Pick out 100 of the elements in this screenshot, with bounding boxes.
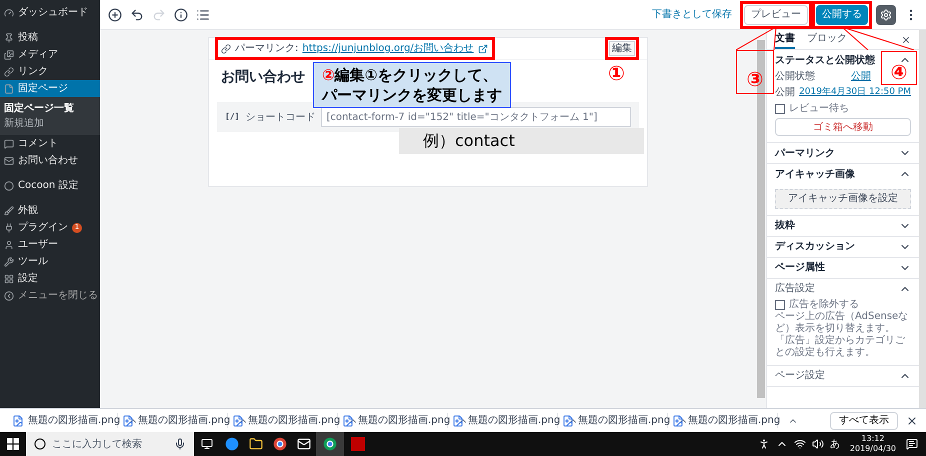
close-icon[interactable] [901,34,911,44]
save-draft-link[interactable]: 下書きとして保存 [652,7,732,22]
file-icon [12,414,24,426]
comment-icon [4,138,14,148]
settings-button[interactable] [876,4,896,24]
page-title[interactable]: お問い合わせ [221,66,305,88]
wrench-icon [4,256,14,266]
highlight-frame [740,0,812,28]
sidebar-item[interactable]: ユーザー [0,236,100,253]
set-featured-image-button[interactable]: アイキャッチ画像を設定 [775,188,911,208]
sidebar-item[interactable]: 外観 [0,202,100,219]
external-link-icon [478,44,488,54]
download-item[interactable]: 無題の図形描画.png [118,413,228,428]
section-title[interactable]: ディスカッション [775,239,855,254]
permalink-label: パーマリンク: [235,42,298,56]
example-note: 例）contact [399,128,644,154]
shortcode-label: ショートコード [245,110,316,124]
checkbox[interactable] [775,300,785,310]
callout-text: パーマリンクを変更します [322,85,502,105]
sidebar-item[interactable]: 固定ページ [0,80,100,97]
file-icon [672,414,684,426]
search-field[interactable]: ここに入力して検索 [26,432,194,456]
section-title[interactable]: アイキャッチ画像 [775,166,855,182]
plug-icon [4,222,14,232]
sidebar-item[interactable]: Cocoon 設定 [0,177,100,194]
section-title[interactable]: ページ属性 [775,260,825,275]
sidebar-item[interactable]: リンク [0,63,100,80]
ime-indicator[interactable]: あ [830,436,840,452]
section-title[interactable]: ステータスと公開状態 [775,52,875,68]
folder-icon[interactable] [249,437,263,451]
visibility-link[interactable]: 公開 [851,70,871,83]
brush-icon [4,206,14,216]
download-item[interactable]: 無題の図形描画.png [558,413,668,428]
callout-text: 編集①をクリックして、 [334,65,498,85]
mic-icon [174,438,186,450]
link-icon [4,66,14,76]
checkbox-label: 広告を除外する [789,298,859,310]
section-title[interactable]: 広告設定 [775,281,815,296]
ad-description: ページ上の広告（AdSenseなど）表示を切り替えます。「広告」設定からカテゴリごとの設定も行えます。 [775,310,910,358]
sidebar-item[interactable]: メディア [0,46,100,63]
task-view-icon[interactable] [201,438,213,450]
user-icon [4,240,14,250]
download-item[interactable]: 無題の図形描画.png [338,413,448,428]
download-item[interactable]: 無題の図形描画.png [448,413,558,428]
section-title[interactable]: ページ設定 [775,368,825,383]
clock-date: 2019/04/30 [850,444,896,454]
submenu-item[interactable]: 固定ページ一覧 [0,101,100,116]
sidebar-item[interactable]: ダッシュボード [0,4,100,21]
volume-icon[interactable] [812,438,824,450]
sidebar-item[interactable]: 設定 [0,270,100,287]
permalink-url[interactable]: https://junjunblog.org/お問い合わせ [302,41,474,56]
step-marker: ④ [881,51,917,85]
shortcode-input[interactable]: [contact-form-7 id="152" title="コンタクトフォーム 1"] [321,107,631,127]
gauge-icon [4,8,14,18]
images-icon [4,50,14,60]
search-circle-icon [34,438,46,450]
sidebar-item[interactable]: ツール [0,253,100,270]
mail-icon[interactable] [297,437,311,451]
submenu-item[interactable]: 新規追加 [0,116,100,131]
mail-icon [4,156,14,166]
publish-date-link[interactable]: 2019年4月30日 12:50 PM [799,86,911,99]
highlight-frame [605,37,639,60]
info-icon[interactable] [174,8,188,22]
windows-logo-icon[interactable] [7,438,19,450]
sidebar-item[interactable]: お問い合わせ [0,152,100,169]
file-icon [342,414,354,426]
collapse-icon [4,290,14,300]
person-icon[interactable] [758,438,770,450]
settings-icon [880,8,892,20]
sidebar-item[interactable]: 投稿 [0,29,100,46]
circle-icon [4,180,14,190]
show-all-button[interactable]: すべて表示 [830,412,898,430]
add-block-icon[interactable] [108,8,122,22]
edit-button[interactable]: 編集 [609,41,635,56]
publish-button[interactable]: 公開する [816,4,868,24]
download-item[interactable]: 無題の図形描画.png [228,413,338,428]
list-icon[interactable] [196,8,210,22]
link-icon [221,44,231,54]
trash-button[interactable]: ゴミ箱へ移動 [775,118,911,136]
scrollbar[interactable] [919,30,926,408]
section-title[interactable]: パーマリンク [775,146,835,160]
step-marker: ③ [736,50,774,94]
sidebar-item[interactable]: コメント [0,135,100,152]
grid-icon [4,274,14,284]
checkbox[interactable] [775,104,785,114]
download-item[interactable]: 無題の図形描画.png [668,413,778,428]
panel-tab[interactable]: ブロック [807,30,847,49]
visibility-label: 公開状態 [775,70,815,83]
pin-icon [4,32,14,42]
section-title[interactable]: 抜粋 [775,218,795,233]
preview-button[interactable]: プレビュー [744,4,808,24]
close-icon[interactable] [906,414,918,426]
active-app-tile[interactable] [316,432,344,456]
sidebar-item[interactable]: メニューを閉じる [0,287,100,304]
notification-icon[interactable] [906,438,918,450]
clock-time: 13:12 [861,434,884,444]
file-icon [122,414,134,426]
download-item[interactable]: 無題の図形描画.png [8,413,118,428]
undo-icon[interactable] [130,8,144,22]
file-icon [452,414,464,426]
